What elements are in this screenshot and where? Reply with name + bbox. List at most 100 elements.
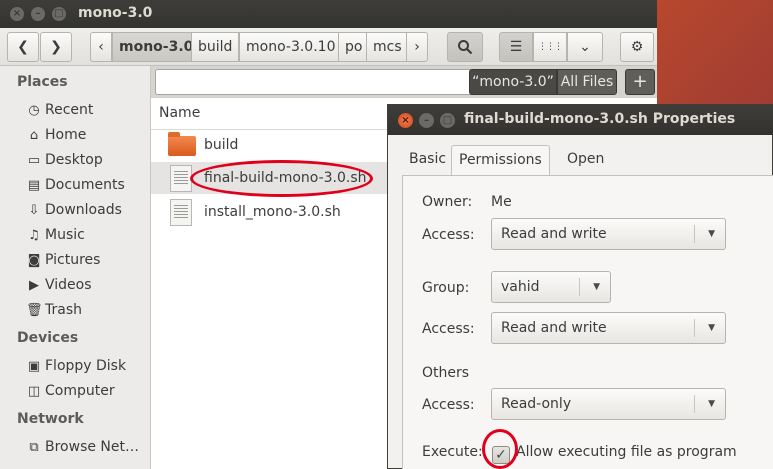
sidebar-item-floppy-disk[interactable]: ▣ Floppy Disk [26,355,126,377]
permissions-panel: Owner: Me Access: Read and write ▼ Group… [402,175,773,469]
view-options-button[interactable]: ⌄ [567,32,603,62]
grid-view-button[interactable]: ⋮⋮⋮ [533,32,567,62]
owner-label: Owner: [422,194,473,210]
tab-basic[interactable]: Basic [402,145,453,175]
search-scope-all-files[interactable]: All Files [557,69,617,95]
others-heading: Others [422,365,470,381]
chevron-down-icon: ▼ [708,399,715,409]
title-bar: × – □ mono-3.0 [0,0,657,28]
group-access-label: Access: [422,321,475,337]
others-access-value: Read-only [501,396,572,412]
dialog-maximize-button[interactable]: □ [440,113,455,128]
computer-icon: ◫ [27,384,41,399]
search-button[interactable] [447,32,483,62]
properties-dialog: × – □ final-build-mono-3.0.sh Properties… [387,104,773,469]
network-icon: ⧉ [29,440,39,455]
window-title: mono-3.0 [78,5,153,21]
sidebar-item-pictures[interactable]: ◙ Pictures [26,249,101,271]
forward-button[interactable]: ❯ [40,32,72,62]
sidebar-item-label: Home [45,127,87,143]
sidebar-item-home[interactable]: ⌂ Home [26,124,86,146]
desktop-icon: ▭ [27,153,41,168]
tab-permissions[interactable]: Permissions [451,145,550,175]
camera-icon: ◙ [27,253,41,268]
trash-icon: 🗑 [26,303,43,318]
group-access-value: Read and write [501,320,607,336]
group-label: Group: [422,280,470,296]
file-name: build [204,137,239,153]
sidebar-item-label: Documents [45,177,125,193]
network-heading: Network [17,411,84,427]
dialog-close-button[interactable]: × [398,113,413,128]
sidebar-item-label: Pictures [45,252,101,268]
others-access-label: Access: [422,397,475,413]
sidebar-item-label: Videos [45,277,92,293]
highlight-ellipse-checkbox [482,429,518,469]
sidebar-item-music[interactable]: ♫ Music [26,224,85,246]
sidebar-item-browse-network[interactable]: ⧉ Browse Net… [26,436,139,458]
download-icon: ⇩ [28,203,40,218]
minimize-window-button[interactable]: – [31,7,45,21]
sidebar-item-label: Desktop [45,152,103,168]
others-access-select[interactable]: Read-only ▼ [491,388,726,420]
chevron-down-icon: ▼ [708,323,715,333]
dialog-minimize-button[interactable]: – [419,113,434,128]
music-icon: ♫ [28,228,40,243]
tab-open-with[interactable]: Open With [560,145,611,195]
sidebar: Places ◷ Recent ⌂ Home ▭ Desktop ▤ Documents… [0,66,151,469]
breadcrumb-mono-3.0[interactable]: mono-3.0 [112,32,201,62]
maximize-window-button[interactable]: □ [52,7,66,21]
owner-access-label: Access: [422,227,475,243]
sidebar-item-label: Computer [45,383,115,399]
search-scope-current-folder[interactable]: “mono-3.0” [469,69,557,95]
chevron-down-icon: ▼ [708,229,715,239]
breadcrumb-mono-3.0.10[interactable]: mono-3.0.10 [239,32,343,62]
execute-label: Execute: [422,444,483,460]
sidebar-item-documents[interactable]: ▤ Documents [26,174,125,196]
folder-icon [168,132,196,156]
sidebar-item-label: Trash [45,302,82,318]
script-file-icon [170,199,192,226]
sidebar-item-trash[interactable]: 🗑 Trash [26,299,82,321]
breadcrumb-scroll-right[interactable]: › [406,32,428,62]
group-select[interactable]: vahid ▼ [491,271,611,303]
sidebar-item-videos[interactable]: ▶ Videos [26,274,92,296]
breadcrumb-build[interactable]: build [191,32,240,62]
highlight-ellipse-file [190,160,373,197]
video-icon: ▶ [29,278,39,293]
clock-icon: ◷ [28,103,40,118]
home-icon: ⌂ [29,128,39,143]
group-value: vahid [501,279,540,295]
column-header-label: Name [159,105,201,121]
floppy-disk-icon: ▣ [27,359,41,374]
sidebar-item-computer[interactable]: ◫ Computer [26,380,115,402]
list-view-button[interactable]: ☰ [499,32,533,62]
close-window-button[interactable]: × [10,7,24,21]
sidebar-item-label: Recent [45,102,94,118]
dialog-title: final-build-mono-3.0.sh Properties [464,111,736,127]
toolbar: ❮ ❯ ‹ mono-3.0 build mono-3.0.10 po mcs … [0,28,657,66]
sidebar-item-recent[interactable]: ◷ Recent [26,99,93,121]
group-access-select[interactable]: Read and write ▼ [491,312,726,344]
breadcrumb-scroll-left[interactable]: ‹ [90,32,112,62]
sidebar-item-label: Downloads [45,202,122,218]
settings-button[interactable]: ⚙ [620,32,654,62]
sidebar-item-desktop[interactable]: ▭ Desktop [26,149,103,171]
script-file-icon [170,165,192,192]
sidebar-item-label: Floppy Disk [45,358,127,374]
search-bar: “mono-3.0” All Files + [151,66,657,98]
sidebar-item-label: Browse Net… [45,439,140,455]
document-icon: ▤ [27,178,41,193]
owner-access-value: Read and write [501,226,607,242]
back-button[interactable]: ❮ [7,32,39,62]
breadcrumb-po[interactable]: po [338,32,370,62]
chevron-down-icon: ▼ [593,282,600,292]
owner-value: Me [491,194,512,210]
add-search-criteria-button[interactable]: + [625,69,655,95]
search-icon [458,40,473,55]
sidebar-item-downloads[interactable]: ⇩ Downloads [26,199,122,221]
breadcrumb-mcs[interactable]: mcs [366,32,409,62]
sidebar-item-label: Music [45,227,85,243]
owner-access-select[interactable]: Read and write ▼ [491,218,726,250]
execute-option-label[interactable]: Allow executing file as program [516,444,737,460]
